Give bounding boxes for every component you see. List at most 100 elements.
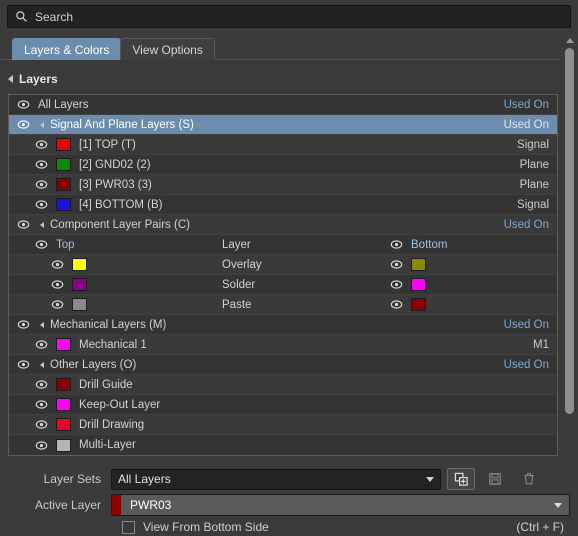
list-item-component-layer-pairs[interactable]: Component Layer Pairs (C) Used On [9, 215, 557, 235]
vertical-scrollbar[interactable] [563, 36, 576, 470]
delete-layer-set-button[interactable] [515, 468, 543, 490]
list-item-label: All Layers [38, 98, 89, 111]
chevron-down-icon [426, 476, 434, 482]
layer-color-swatch[interactable] [56, 178, 71, 191]
add-layer-icon [454, 472, 468, 486]
layer-type: Plane [519, 178, 549, 191]
search-icon [16, 11, 27, 22]
used-on-link[interactable]: Used On [504, 219, 549, 231]
list-item-drill-drawing[interactable]: Drill Drawing [9, 415, 557, 435]
list-item-pwr03[interactable]: [3] PWR03 (3) Plane [9, 175, 557, 195]
eye-icon[interactable] [17, 218, 30, 231]
list-item-paste[interactable]: Paste [9, 295, 557, 315]
pair-column-header: Top Layer Bottom [9, 235, 557, 255]
scroll-up-arrow-icon[interactable] [565, 38, 574, 43]
search-input[interactable]: Search [7, 5, 571, 28]
tab-layers-and-colors[interactable]: Layers & Colors [12, 38, 122, 60]
active-layer-dropdown[interactable]: PWR03 [111, 494, 570, 516]
expand-triangle-icon[interactable] [40, 121, 44, 128]
floppy-save-icon [489, 473, 501, 485]
eye-icon[interactable] [35, 138, 48, 151]
eye-icon[interactable] [35, 158, 48, 171]
eye-icon[interactable] [35, 439, 48, 452]
eye-icon[interactable] [51, 278, 64, 291]
list-item-gnd02[interactable]: [2] GND02 (2) Plane [9, 155, 557, 175]
column-header-bottom: Bottom [411, 238, 448, 251]
layer-color-swatch[interactable] [56, 198, 71, 211]
layer-color-swatch[interactable] [56, 398, 71, 411]
list-item-other-layers[interactable]: Other Layers (O) Used On [9, 355, 557, 375]
expand-triangle-icon[interactable] [40, 221, 44, 228]
eye-icon[interactable] [35, 378, 48, 391]
list-item-label: [3] PWR03 (3) [79, 178, 152, 191]
eye-icon[interactable] [390, 278, 403, 291]
view-from-bottom-side-row[interactable]: View From Bottom Side (Ctrl + F) [8, 518, 570, 536]
list-item-mechanical-1[interactable]: Mechanical 1 M1 [9, 335, 557, 355]
list-item-signal-and-plane-layers[interactable]: Signal And Plane Layers (S) Used On [9, 115, 557, 135]
tab-strip: Layers & Colors View Options [0, 37, 578, 60]
eye-icon[interactable] [35, 418, 48, 431]
add-layer-set-button[interactable] [447, 468, 475, 490]
used-on-link[interactable]: Used On [504, 99, 549, 111]
list-item-mechanical-layers[interactable]: Mechanical Layers (M) Used On [9, 315, 557, 335]
eye-icon[interactable] [17, 118, 30, 131]
column-header-top: Top [56, 238, 75, 251]
list-item-top[interactable]: [1] TOP (T) Signal [9, 135, 557, 155]
bottom-controls: Layer Sets All Layers Active Layer PWR03… [0, 466, 578, 536]
used-on-link[interactable]: Used On [504, 319, 549, 331]
list-item-solder[interactable]: Solder [9, 275, 557, 295]
search-bar: Search [0, 0, 578, 28]
eye-icon[interactable] [51, 258, 64, 271]
eye-icon[interactable] [17, 318, 30, 331]
list-item-label: Keep-Out Layer [79, 398, 161, 411]
used-on-link[interactable]: Used On [504, 119, 549, 131]
list-item-label: [4] BOTTOM (B) [79, 198, 163, 211]
search-placeholder: Search [35, 9, 74, 24]
bottom-color-swatch[interactable] [411, 278, 426, 291]
eye-icon[interactable] [390, 298, 403, 311]
bottom-color-swatch[interactable] [411, 298, 426, 311]
list-item-bottom[interactable]: [4] BOTTOM (B) Signal [9, 195, 557, 215]
expand-triangle-icon[interactable] [40, 321, 44, 328]
active-layer-label: Active Layer [34, 498, 101, 512]
layer-color-swatch[interactable] [56, 158, 71, 171]
layers-section-header[interactable]: Layers [8, 68, 578, 90]
eye-icon[interactable] [35, 338, 48, 351]
column-header-bottom-wrap: Bottom [390, 238, 447, 251]
save-layer-set-button[interactable] [481, 468, 509, 490]
tab-view-options[interactable]: View Options [120, 38, 215, 60]
eye-icon[interactable] [35, 178, 48, 191]
list-item-keep-out-layer[interactable]: Keep-Out Layer [9, 395, 557, 415]
list-item-all-layers[interactable]: All Layers Used On [9, 95, 557, 115]
layer-color-swatch[interactable] [56, 438, 71, 452]
layer-color-swatch[interactable] [56, 418, 71, 431]
layer-color-swatch[interactable] [56, 338, 71, 351]
eye-icon[interactable] [35, 398, 48, 411]
eye-icon[interactable] [51, 298, 64, 311]
bottom-color-swatch[interactable] [411, 258, 426, 271]
layer-sets-dropdown[interactable]: All Layers [111, 468, 441, 490]
scrollbar-thumb[interactable] [565, 48, 574, 414]
top-color-swatch[interactable] [72, 298, 87, 311]
eye-icon[interactable] [17, 98, 30, 111]
layer-color-swatch[interactable] [56, 138, 71, 151]
list-item-label: Mechanical 1 [79, 338, 147, 351]
eye-icon-bottom-column[interactable] [390, 238, 403, 251]
expand-triangle-icon[interactable] [40, 361, 44, 368]
trash-icon [524, 473, 534, 485]
list-item-overlay[interactable]: Overlay [9, 255, 557, 275]
eye-icon[interactable] [35, 198, 48, 211]
eye-icon[interactable] [17, 358, 30, 371]
list-item-label: Signal And Plane Layers (S) [50, 118, 194, 131]
chevron-down-icon [554, 502, 562, 508]
used-on-link[interactable]: Used On [504, 359, 549, 371]
list-item-multi-layer[interactable]: Multi-Layer [9, 435, 557, 455]
top-color-swatch[interactable] [72, 258, 87, 271]
column-header-layer: Layer [222, 238, 251, 251]
eye-icon[interactable] [390, 258, 403, 271]
list-item-drill-guide[interactable]: Drill Guide [9, 375, 557, 395]
top-color-swatch[interactable] [72, 278, 87, 291]
eye-icon-top-column[interactable] [35, 238, 48, 251]
layer-color-swatch[interactable] [56, 378, 71, 391]
view-from-bottom-side-checkbox[interactable] [122, 520, 135, 534]
